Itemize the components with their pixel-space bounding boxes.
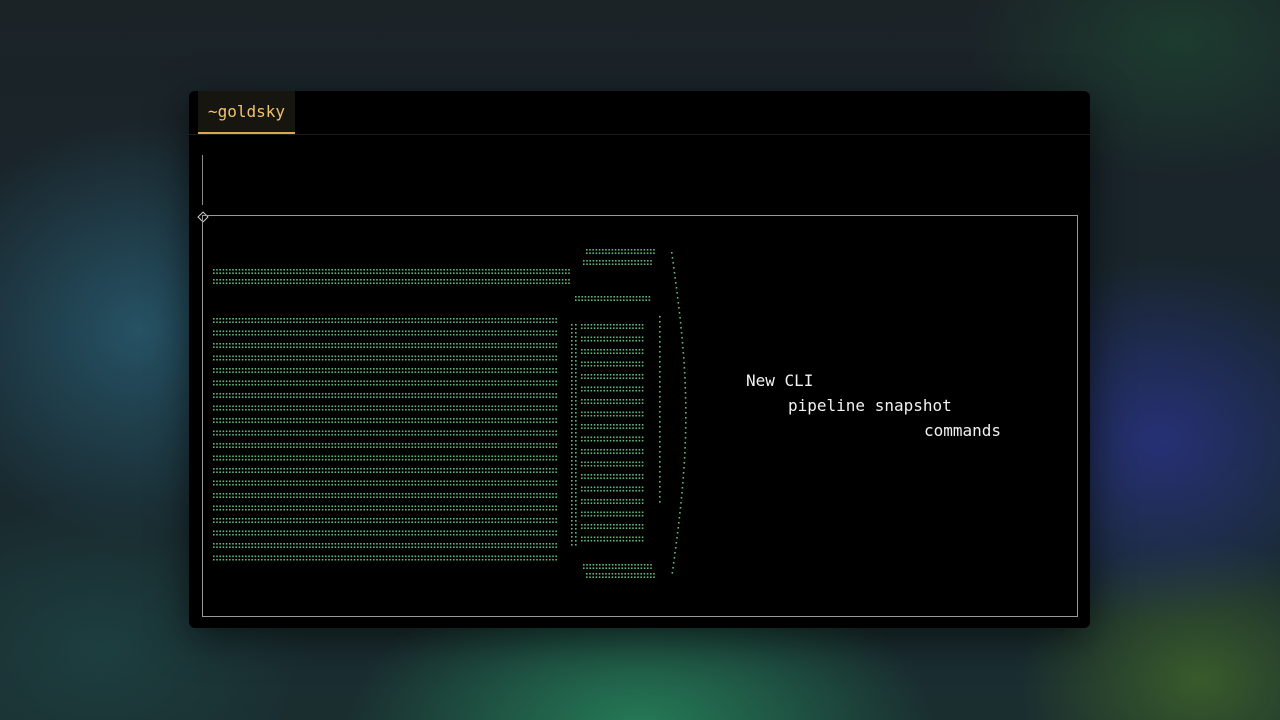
ascii-art-dots	[213, 249, 687, 578]
tab-goldsky[interactable]: ~goldsky	[198, 91, 296, 134]
prompt-gutter-line	[202, 155, 203, 205]
terminal-window: ~goldsky New CLI pipeline snapshot comma…	[189, 91, 1090, 628]
message-line-2: pipeline snapshot	[788, 396, 952, 415]
ascii-art-logo	[213, 249, 687, 578]
output-frame: New CLI pipeline snapshot commands	[202, 215, 1078, 617]
tab-bar: ~goldsky	[189, 91, 1090, 135]
message-line-3: commands	[924, 421, 1002, 440]
tab-label: ~goldsky	[208, 102, 286, 121]
message-line-1: New CLI	[746, 371, 814, 390]
